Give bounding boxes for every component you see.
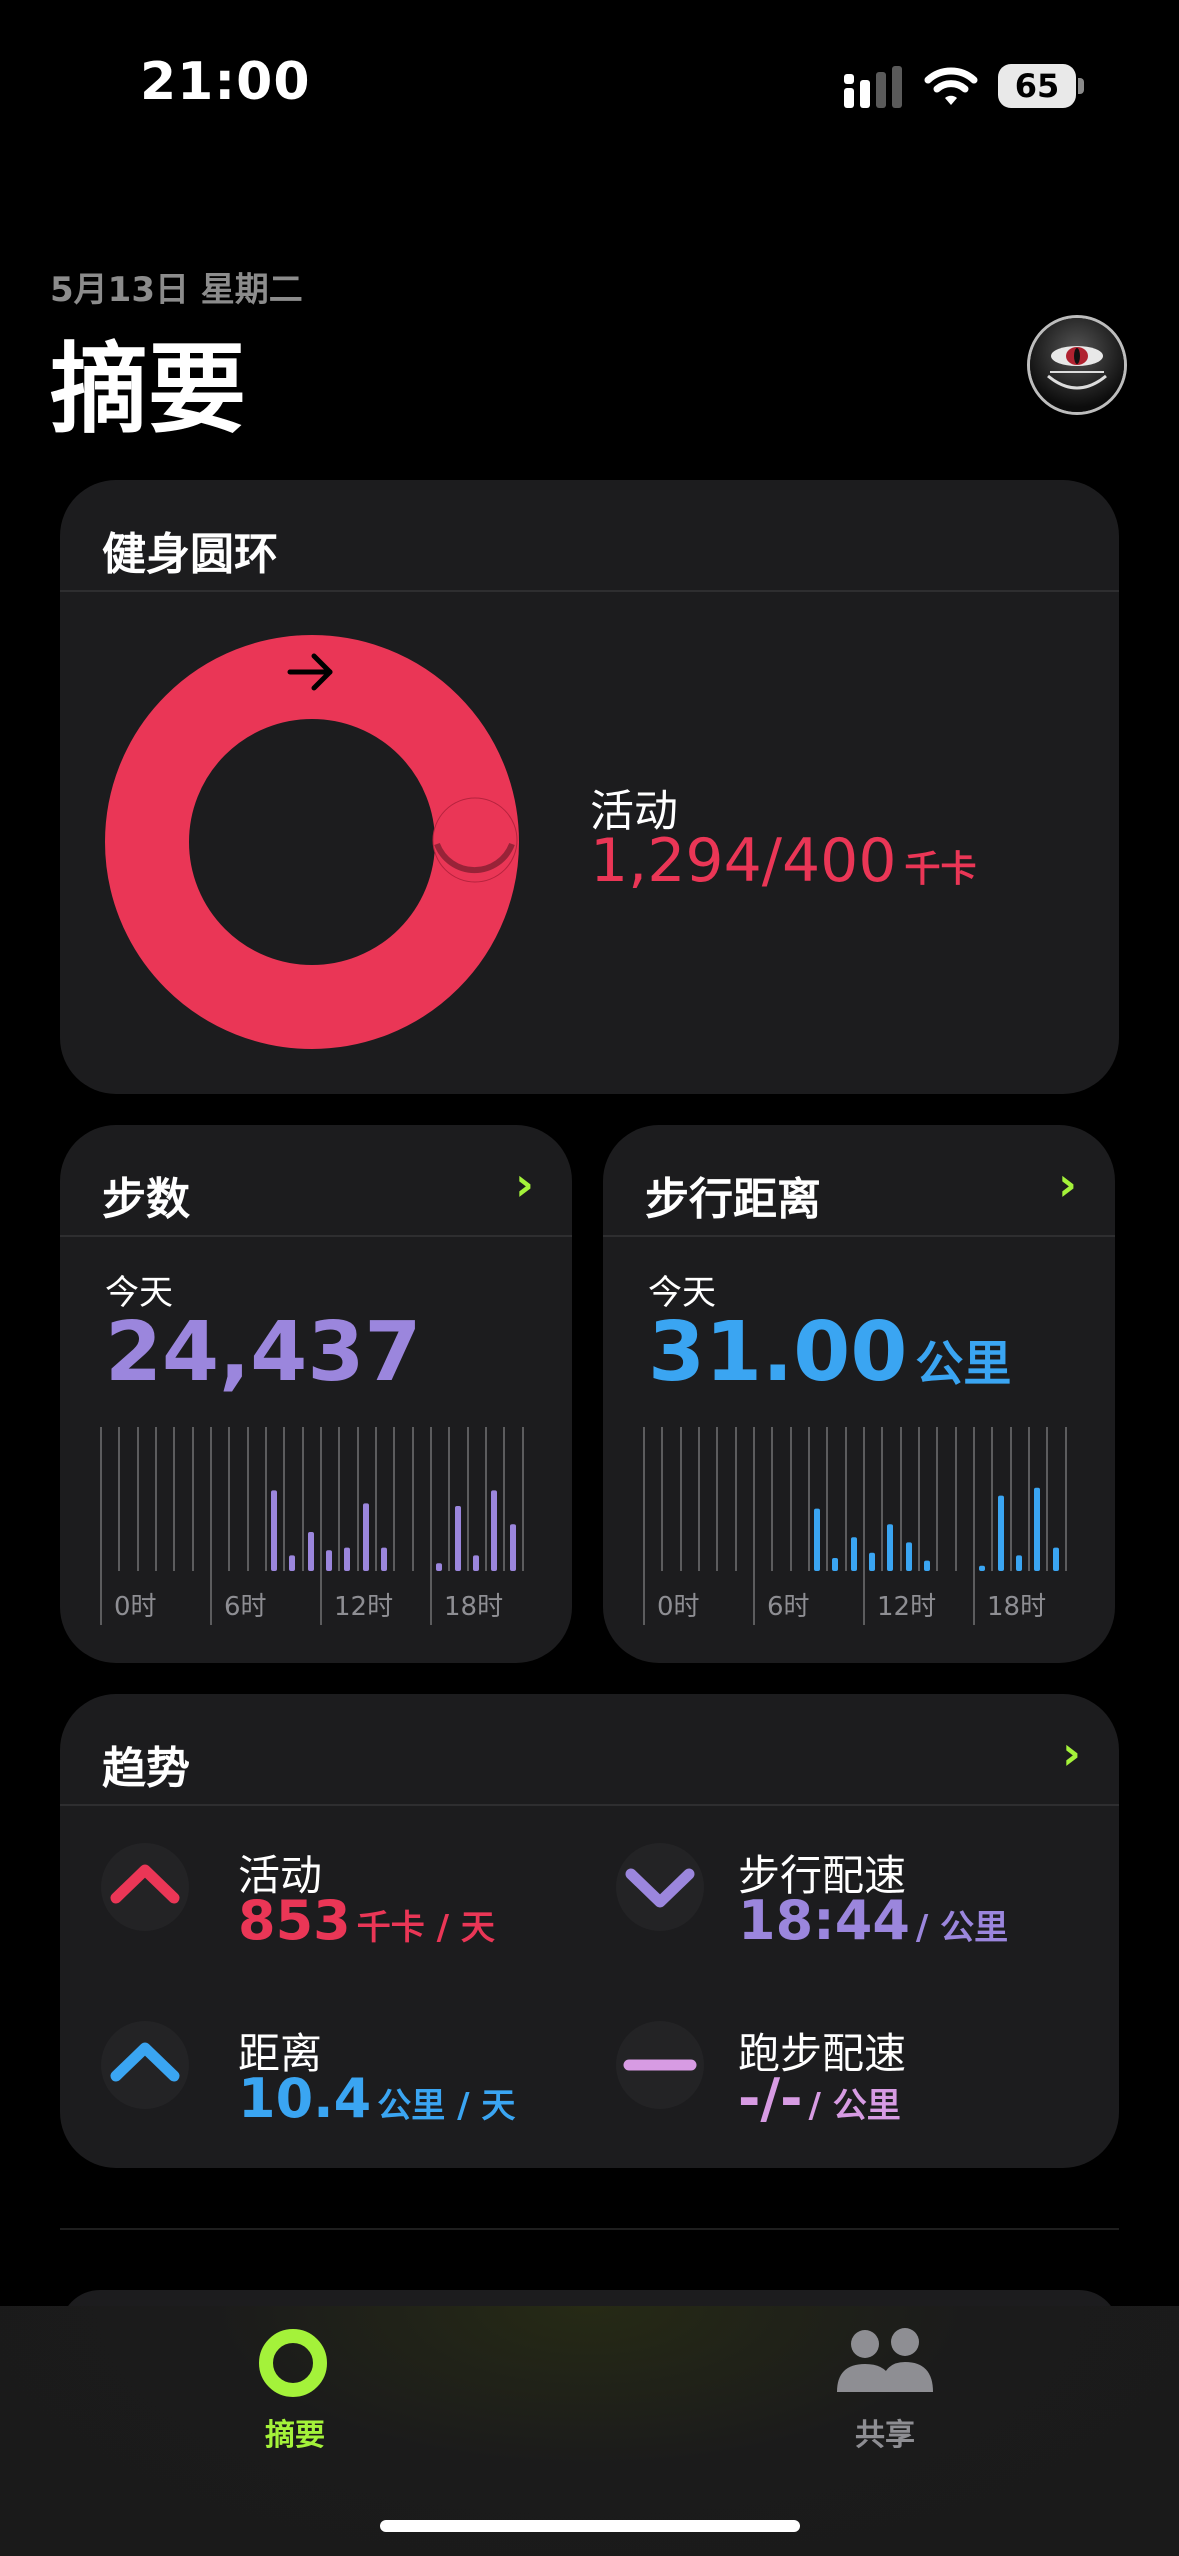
status-time: 21:00: [140, 52, 311, 112]
ring-move-value: 1,294/400 千卡: [590, 826, 977, 896]
trend-distance-unit: 公里 / 天: [377, 2086, 516, 2126]
distance-card-title: 步行距离: [645, 1174, 821, 1225]
distance-unit: 公里: [915, 1336, 1012, 1392]
steps-chart-bar: [381, 1547, 387, 1571]
chevron-right-icon[interactable]: ›: [515, 1157, 534, 1211]
distance-chart-bar: [979, 1565, 985, 1571]
steps-chart-bar: [510, 1524, 516, 1571]
tab-summary[interactable]: 摘要: [230, 2306, 360, 2456]
steps-chart-bar: [326, 1550, 332, 1571]
steps-chart-bar: [271, 1490, 277, 1571]
distance-chart-axis-label: 6时: [767, 1592, 810, 1622]
ring-move-unit: 千卡: [904, 849, 977, 890]
steps-chart-bar: [491, 1490, 497, 1571]
chevron-right-icon[interactable]: ›: [1062, 1726, 1081, 1780]
card-divider: [60, 590, 1119, 592]
avatar-face-icon: [1030, 318, 1124, 412]
distance-chart-axis-label: 18时: [987, 1592, 1046, 1622]
wifi-icon: [924, 67, 978, 105]
distance-value: 31.00: [648, 1305, 908, 1400]
steps-chart-axis-label: 0时: [114, 1592, 157, 1622]
tab-sharing[interactable]: 共享: [820, 2306, 950, 2456]
trend-walk-pace-unit: / 公里: [915, 1908, 1009, 1948]
steps-chart: 0时 6时 12时 18时: [100, 1427, 524, 1625]
trend-run-pace-value: -/-: [738, 2067, 803, 2130]
steps-chart-bar: [473, 1555, 479, 1571]
chevron-right-icon[interactable]: ›: [1058, 1157, 1077, 1211]
trends-card-title: 趋势: [102, 1743, 190, 1794]
page-title: 摘要: [50, 333, 247, 447]
home-indicator: [380, 2520, 800, 2532]
summary-ring-icon: [259, 2329, 327, 2397]
battery-indicator: 65: [998, 64, 1076, 108]
avatar[interactable]: [1027, 315, 1127, 415]
steps-chart-bar: [289, 1555, 295, 1571]
tab-summary-label: 摘要: [265, 2418, 325, 2453]
trend-move-value: 853: [238, 1889, 351, 1952]
ring-move-number: 1,294/400: [590, 826, 897, 896]
ring-track: [105, 635, 519, 1049]
trends-card[interactable]: 趋势 › 活动 853 千卡 / 天 步行配速 18:44/ 公里 距离 10.4…: [60, 1694, 1119, 2168]
distance-chart: 0时 6时 12时 18时: [643, 1427, 1067, 1625]
trend-distance-value-line: 10.4 公里 / 天: [238, 2067, 515, 2130]
trend-move-unit: 千卡 / 天: [356, 1908, 495, 1948]
activity-ring: [105, 635, 519, 1049]
card-divider: [60, 1235, 572, 1237]
distance-chart-bar: [1034, 1487, 1040, 1571]
header-date: 5月13日 星期二: [50, 270, 303, 310]
rings-card-title: 健身圆环: [102, 529, 278, 580]
steps-chart-axis-label: 18时: [444, 1592, 503, 1622]
distance-chart-bar: [887, 1524, 893, 1571]
battery-nub: [1078, 78, 1084, 94]
section-divider: [60, 2228, 1119, 2230]
distance-chart-bar: [998, 1495, 1004, 1571]
trend-walk-pace-value-line: 18:44/ 公里: [738, 1889, 1008, 1952]
distance-chart-bar: [869, 1552, 875, 1571]
chevron-down-icon: [616, 1843, 704, 1931]
steps-chart-bar: [308, 1532, 314, 1571]
steps-value: 24,437: [105, 1305, 422, 1400]
tab-bar: 摘要 共享: [0, 2306, 1179, 2556]
distance-chart-bar: [1053, 1547, 1059, 1571]
distance-chart-bar: [851, 1537, 857, 1571]
steps-chart-axis-label: 6时: [224, 1592, 267, 1622]
steps-chart-bar: [436, 1563, 442, 1571]
chevron-up-icon: [101, 1843, 189, 1931]
distance-chart-axis-label: 12时: [877, 1592, 936, 1622]
trend-move-value-line: 853 千卡 / 天: [238, 1889, 495, 1952]
trend-run-pace-value-line: -/- / 公里: [738, 2067, 901, 2130]
steps-card-title: 步数: [102, 1174, 190, 1225]
trend-walk-pace-value: 18:44: [738, 1889, 910, 1952]
card-divider: [60, 1804, 1119, 1806]
card-divider: [603, 1235, 1115, 1237]
signal-icon: [844, 66, 902, 108]
trend-distance-value: 10.4: [238, 2067, 372, 2130]
distance-value-line: 31.00 公里: [648, 1305, 1011, 1400]
tab-sharing-label: 共享: [855, 2418, 915, 2453]
dash-icon: [616, 2021, 704, 2109]
steps-chart-bar: [455, 1506, 461, 1571]
distance-card[interactable]: 步行距离 › 今天 31.00 公里 0时 6时 12时 18时: [603, 1125, 1115, 1663]
distance-chart-bar: [1016, 1555, 1022, 1571]
steps-card[interactable]: 步数 › 今天 24,437 0时 6时 12时 18时: [60, 1125, 572, 1663]
steps-chart-axis-label: 12时: [334, 1592, 393, 1622]
distance-chart-bar: [924, 1560, 930, 1571]
distance-chart-bar: [832, 1558, 838, 1571]
distance-chart-axis-label: 0时: [657, 1592, 700, 1622]
steps-chart-bar: [363, 1503, 369, 1571]
steps-chart-bar: [344, 1547, 350, 1571]
chevron-up-icon: [101, 2021, 189, 2109]
distance-chart-bar: [814, 1508, 820, 1571]
distance-chart-bar: [906, 1542, 912, 1571]
people-icon: [837, 2328, 933, 2392]
trend-run-pace-unit: / 公里: [808, 2086, 901, 2126]
